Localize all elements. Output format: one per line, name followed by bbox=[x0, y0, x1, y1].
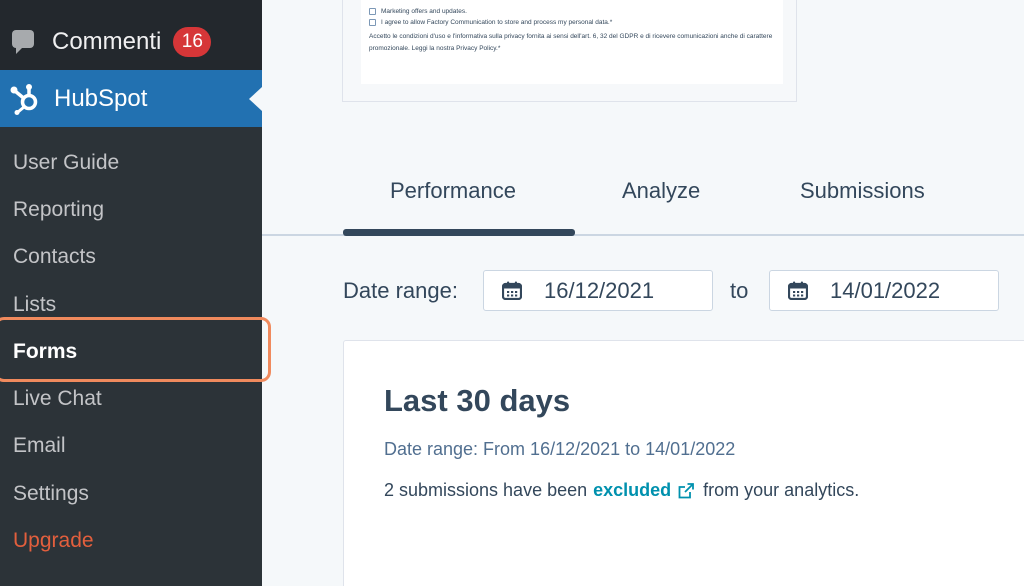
summary-date-range: Date range: From 16/12/2021 to 14/01/202… bbox=[384, 439, 736, 459]
date-range-label: Date range: bbox=[343, 278, 458, 303]
date-range-filter: Date range: 16/12/2021 to 14/01/2022 bbox=[262, 270, 1024, 312]
sidebar-item-hubspot[interactable]: HubSpot bbox=[0, 70, 262, 127]
excluded-note-suffix: from your analytics. bbox=[703, 480, 860, 500]
data-consent-option: I agree to allow Factory Communication t… bbox=[369, 17, 775, 28]
checkbox[interactable] bbox=[369, 19, 376, 26]
data-consent-label: I agree to allow Factory Communication t… bbox=[381, 19, 613, 26]
sidebar-item-user-guide[interactable]: User Guide bbox=[0, 139, 262, 186]
comments-count-badge: 16 bbox=[173, 27, 212, 57]
summary-title: Last 30 days bbox=[384, 383, 571, 418]
active-tab-indicator bbox=[343, 229, 575, 236]
excluded-note: 2 submissions have been excluded from yo… bbox=[384, 480, 859, 501]
calendar-icon bbox=[788, 281, 808, 300]
end-date-input[interactable]: 14/01/2022 bbox=[769, 270, 999, 311]
sidebar-item-reporting[interactable]: Reporting bbox=[0, 186, 262, 233]
external-link-icon[interactable] bbox=[677, 482, 695, 500]
marketing-consent-label: Marketing offers and updates. bbox=[381, 8, 467, 15]
checkbox[interactable] bbox=[369, 8, 376, 15]
privacy-text: Accetto le condizioni d'uso e l'informat… bbox=[369, 33, 773, 52]
main-content: Marketing offers and updates. I agree to… bbox=[262, 0, 1024, 586]
excluded-note-prefix: 2 submissions have been bbox=[384, 480, 588, 500]
sidebar-item-email[interactable]: Email bbox=[0, 423, 262, 470]
hubspot-sprocket-icon bbox=[10, 83, 38, 115]
summary-card: Last 30 days Date range: From 16/12/2021… bbox=[343, 340, 1024, 586]
comments-label: Commenti bbox=[52, 28, 162, 55]
tab-performance[interactable]: Performance bbox=[390, 178, 516, 210]
tab-submissions[interactable]: Submissions bbox=[800, 178, 925, 210]
active-menu-arrow bbox=[249, 87, 262, 111]
sidebar-item-live-chat[interactable]: Live Chat bbox=[0, 375, 262, 422]
tab-analyze[interactable]: Analyze bbox=[622, 178, 700, 210]
forms-highlight-box bbox=[0, 317, 271, 382]
sidebar-item-comments[interactable]: Commenti 16 bbox=[10, 22, 212, 62]
sidebar-item-upgrade[interactable]: Upgrade bbox=[0, 517, 262, 564]
hubspot-label: HubSpot bbox=[54, 84, 148, 112]
excluded-link[interactable]: excluded bbox=[593, 480, 671, 501]
to-label: to bbox=[730, 278, 749, 303]
form-preview-frame: Marketing offers and updates. I agree to… bbox=[342, 0, 797, 102]
comment-bubble-icon bbox=[10, 28, 38, 56]
sidebar-item-settings[interactable]: Settings bbox=[0, 470, 262, 517]
marketing-consent-option: Marketing offers and updates. bbox=[369, 6, 775, 17]
start-date-value: 16/12/2021 bbox=[544, 277, 655, 303]
end-date-value: 14/01/2022 bbox=[830, 277, 941, 303]
sidebar-item-contacts[interactable]: Contacts bbox=[0, 234, 262, 281]
calendar-icon bbox=[502, 281, 522, 300]
sidebar-top-area: Commenti 16 bbox=[0, 0, 262, 70]
form-preview: Marketing offers and updates. I agree to… bbox=[361, 0, 783, 84]
start-date-input[interactable]: 16/12/2021 bbox=[483, 270, 713, 311]
admin-sidebar: Commenti 16 HubSpot User Guide Reporting… bbox=[0, 0, 262, 586]
